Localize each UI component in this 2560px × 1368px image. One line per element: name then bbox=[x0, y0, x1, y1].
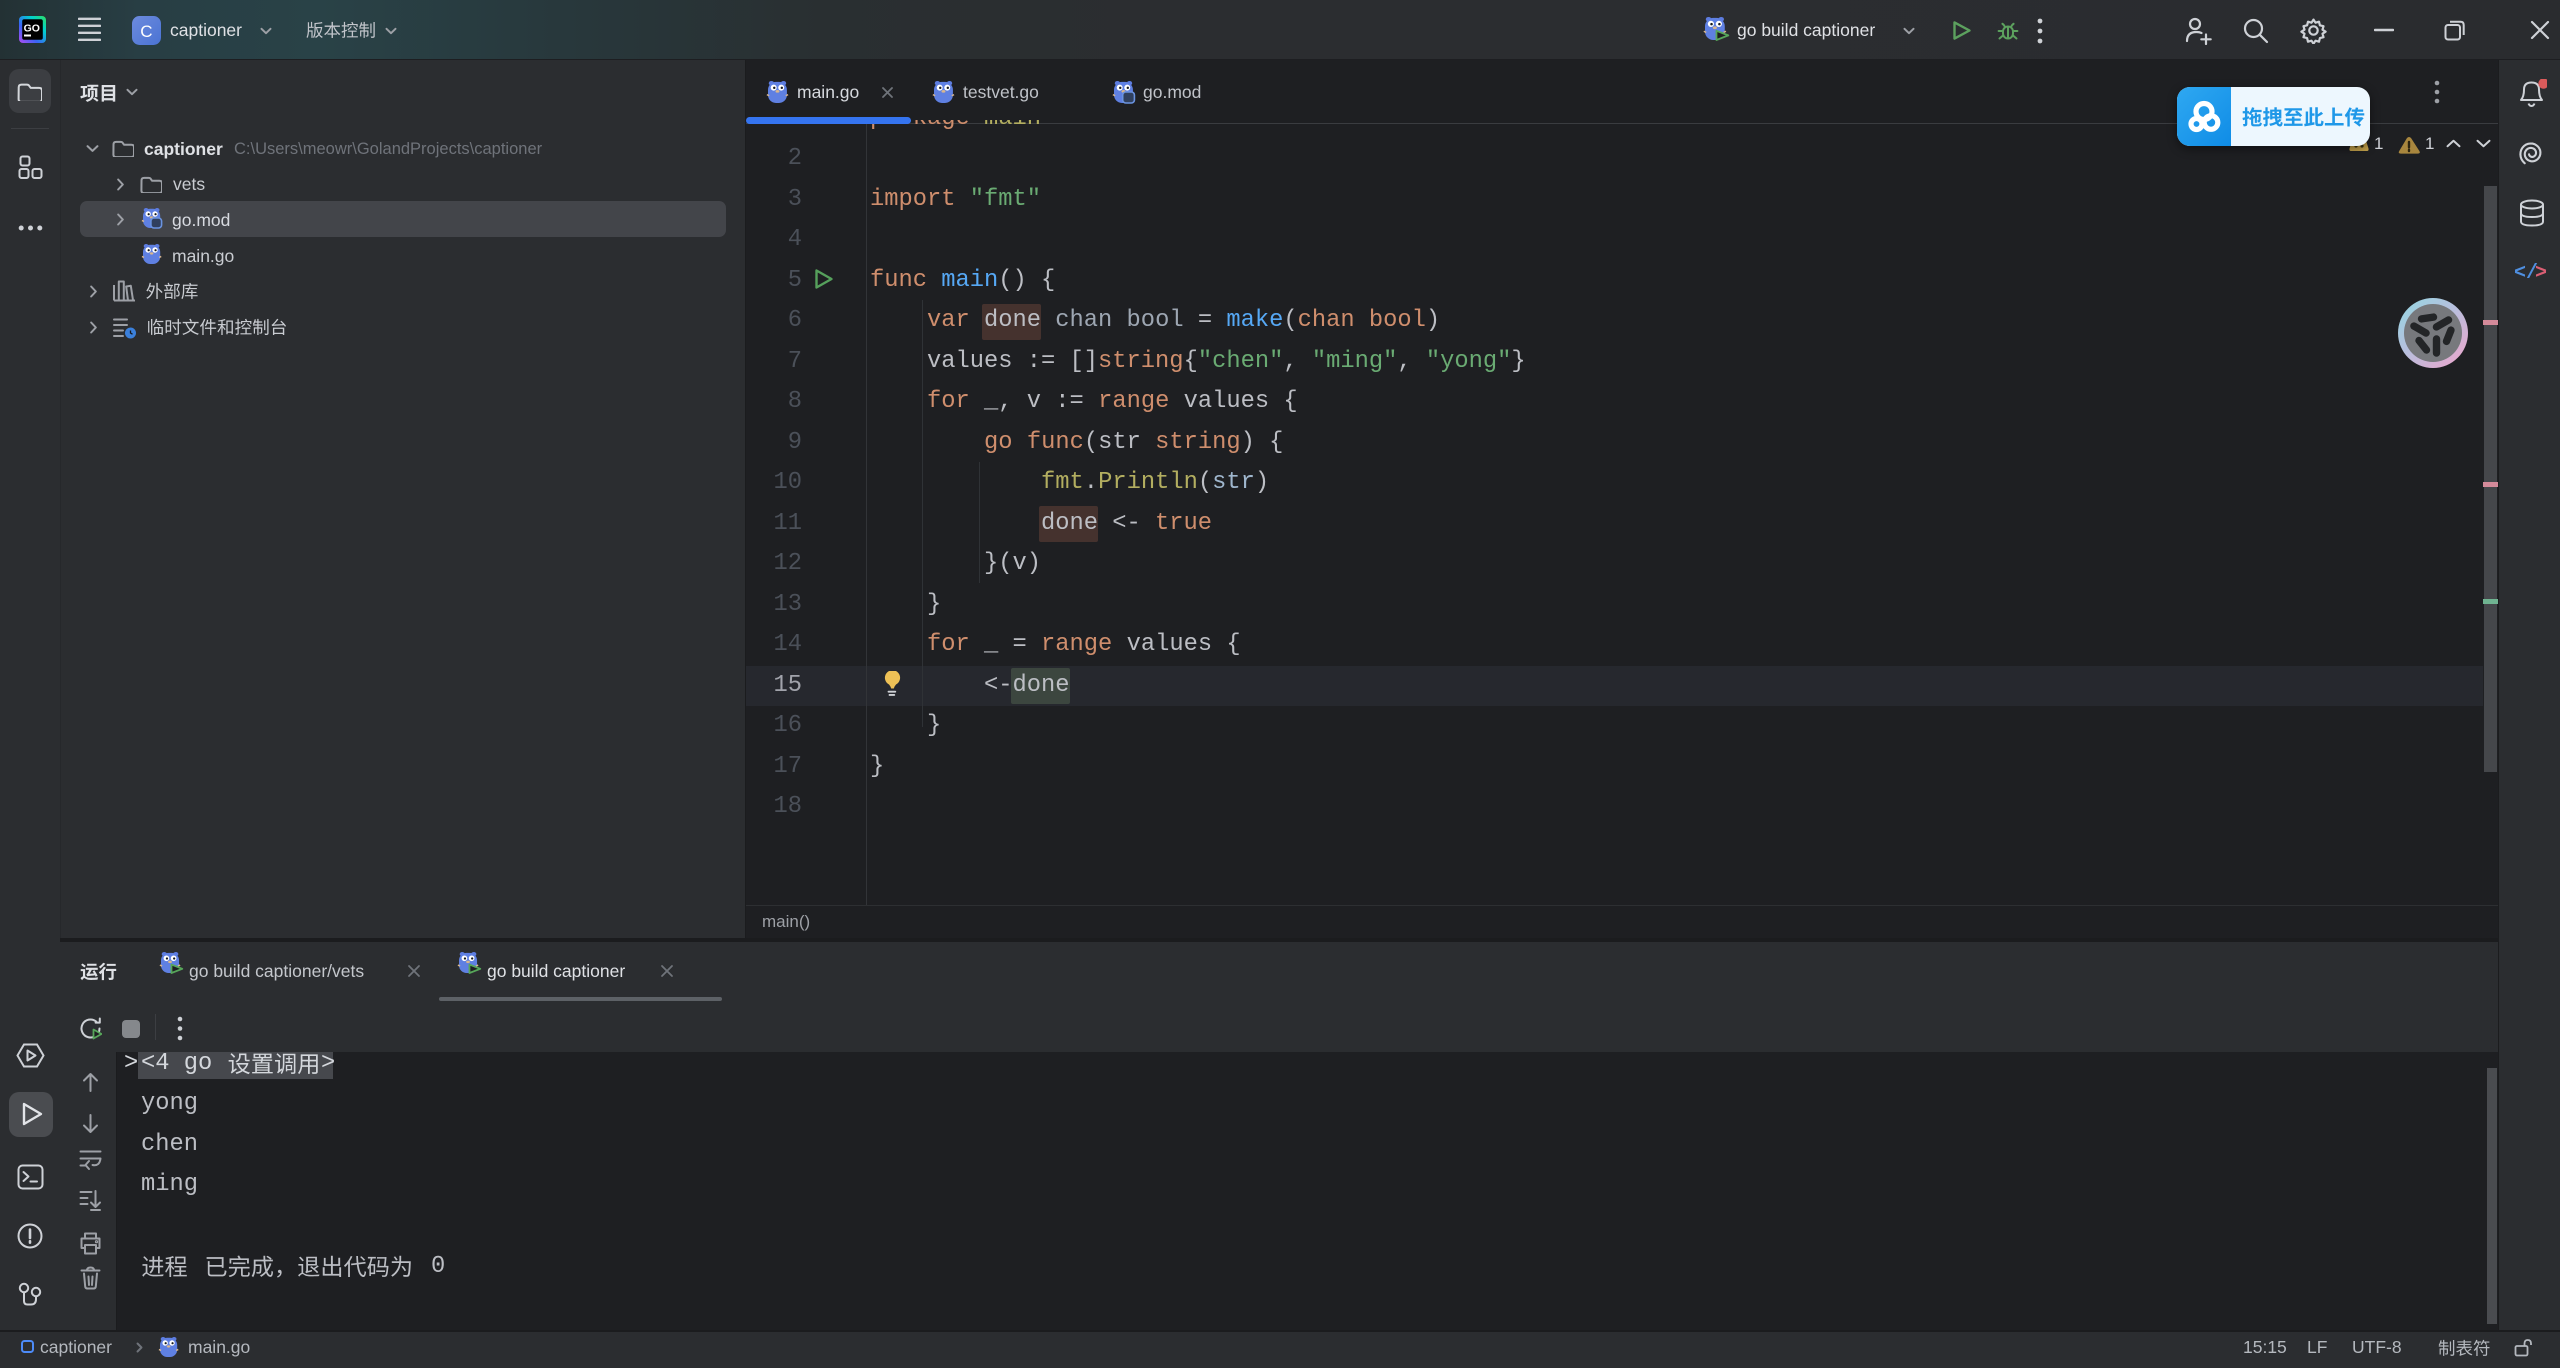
svg-text:GO: GO bbox=[24, 23, 40, 35]
svg-text:C: C bbox=[140, 22, 152, 41]
svg-text:>: > bbox=[2535, 262, 2547, 283]
